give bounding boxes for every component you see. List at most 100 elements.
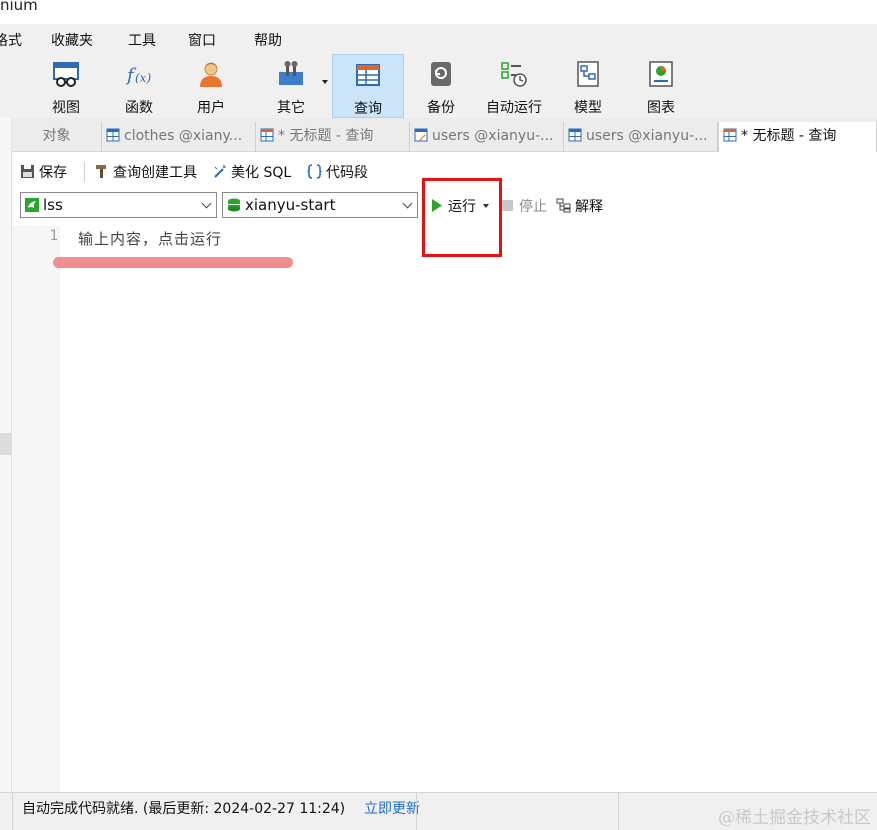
schedule-icon (501, 62, 527, 87)
line-number-gutter: 1 (12, 226, 60, 792)
toolbar-others-button[interactable]: 其它 (255, 54, 327, 118)
database-icon (228, 198, 240, 212)
beautify-sql-label: 美化 SQL (231, 165, 292, 181)
query-icon (723, 128, 737, 142)
navigation-pane (0, 118, 12, 830)
chevron-down-icon (201, 198, 212, 209)
hammer-icon (96, 165, 106, 178)
save-button[interactable]: 保存 (20, 162, 67, 182)
menu-favorites[interactable]: 收藏夹 (51, 30, 93, 50)
code-input-area[interactable]: 输上内容，点击运行 (60, 226, 877, 792)
tab-untitled-query-active[interactable]: * 无标题 - 查询 (718, 122, 877, 153)
app-title: nium (0, 0, 38, 14)
toolbar-backup-button[interactable]: 备份 (405, 54, 477, 118)
explain-icon (556, 198, 571, 213)
query-builder-label: 查询创建工具 (113, 165, 197, 181)
table-icon (568, 128, 582, 142)
tab-label: * 无标题 - 查询 (741, 128, 837, 144)
update-now-link[interactable]: 立即更新 (364, 798, 420, 818)
status-divider (416, 793, 417, 830)
toolbar-label: 查询 (354, 101, 382, 117)
toolbar-user-button[interactable]: 用户 (175, 54, 247, 118)
database-value: xianyu-start (245, 196, 336, 214)
code-snippet-label: 代码段 (326, 165, 368, 181)
tab-label: * 无标题 - 查询 (278, 128, 374, 144)
main-toolbar: 表 视图 f (x) 函数 用户 (0, 52, 877, 118)
others-dropdown-icon[interactable] (322, 80, 328, 84)
status-divider (12, 793, 13, 830)
magic-wand-icon (214, 165, 226, 178)
menu-window[interactable]: 窗口 (188, 30, 216, 50)
toolbar-label: 图表 (647, 100, 675, 116)
toolbar-model-button[interactable]: 模型 (552, 54, 624, 118)
stop-icon (502, 200, 513, 211)
toolbar-view-button[interactable]: 视图 (30, 54, 102, 118)
tab-label: 对象 (42, 128, 71, 144)
sql-editor: 1 输上内容，点击运行 (12, 226, 877, 792)
code-snippet-button[interactable]: 代码段 (307, 162, 368, 182)
view-icon (53, 62, 79, 87)
stop-button[interactable]: 停止 (500, 196, 547, 216)
tab-objects[interactable]: 对象 (12, 122, 102, 152)
tab-clothes-table[interactable]: clothes @xiany... (102, 122, 256, 152)
edit-table-icon (414, 128, 428, 142)
toolbar-function-button[interactable]: f (x) 函数 (103, 54, 175, 118)
toolbar-separator (84, 162, 85, 182)
menu-format[interactable]: 格式 (0, 30, 22, 50)
tab-label: clothes @xiany... (124, 128, 243, 144)
toolbar-label: 其它 (277, 100, 305, 116)
annotation-highlight-box (422, 178, 502, 257)
backup-icon (431, 62, 451, 86)
annotation-underline (53, 257, 293, 268)
connection-value: lss (43, 196, 63, 214)
toolbar-table-button[interactable]: 表 (0, 54, 14, 118)
toolbar-automation-button[interactable]: 自动运行 (478, 54, 550, 118)
toolbar-label: 函数 (125, 100, 153, 116)
code-line: 输上内容，点击运行 (78, 230, 223, 248)
tab-bar: 对象 clothes @xiany... * 无标题 - 查询 users @x… (12, 118, 877, 153)
pane-resize-handle[interactable] (0, 433, 12, 455)
toolbar-query-button[interactable]: 查询 (332, 54, 404, 118)
tab-label: users @xianyu-... (586, 128, 708, 144)
chevron-down-icon (402, 198, 413, 209)
status-divider (618, 793, 619, 830)
stop-label: 停止 (519, 199, 547, 215)
menu-help[interactable]: 帮助 (254, 30, 282, 50)
toolbar-label: 视图 (52, 100, 80, 116)
explain-button[interactable]: 解释 (556, 196, 603, 216)
tab-untitled-query-1[interactable]: * 无标题 - 查询 (256, 122, 410, 152)
tab-users-table[interactable]: users @xianyu-... (564, 122, 718, 152)
toolbar-label: 用户 (197, 100, 225, 116)
connection-select[interactable]: lss (20, 192, 217, 218)
svg-text:(x): (x) (135, 71, 151, 85)
line-number: 1 (49, 228, 58, 244)
save-icon (21, 165, 34, 178)
query-builder-button[interactable]: 查询创建工具 (94, 162, 197, 182)
model-icon (577, 61, 599, 87)
user-icon (200, 62, 222, 87)
snippet-braces-icon (307, 164, 322, 179)
database-select[interactable]: xianyu-start (222, 192, 418, 218)
tab-label: users @xianyu-... (432, 128, 554, 144)
toolbar-label: 备份 (427, 100, 455, 116)
menu-bar: 格式 收藏夹 工具 窗口 帮助 (0, 24, 877, 52)
tab-users-design[interactable]: users @xianyu-... (410, 122, 564, 152)
watermark: @稀土掘金技术社区 (718, 808, 871, 828)
title-bar: nium (0, 0, 877, 24)
toolbar-label: 模型 (574, 100, 602, 116)
chart-icon (649, 61, 673, 87)
connection-icon (25, 198, 39, 212)
table-icon (106, 128, 120, 142)
beautify-sql-button[interactable]: 美化 SQL (212, 162, 291, 182)
save-label: 保存 (39, 165, 67, 181)
status-text: 自动完成代码就绪. (最后更新: 2024-02-27 11:24) (22, 801, 346, 817)
toolbar-chart-button[interactable]: 图表 (625, 54, 697, 118)
status-bar: 自动完成代码就绪. (最后更新: 2024-02-27 11:24) 立即更新 … (0, 792, 877, 830)
menu-tools[interactable]: 工具 (128, 30, 156, 50)
query-icon (356, 64, 380, 86)
query-icon (260, 128, 274, 142)
toolbar-label: 表 (0, 97, 14, 117)
toolbar-label: 自动运行 (486, 100, 542, 116)
explain-label: 解释 (575, 199, 603, 215)
function-icon: f (x) (125, 65, 151, 86)
